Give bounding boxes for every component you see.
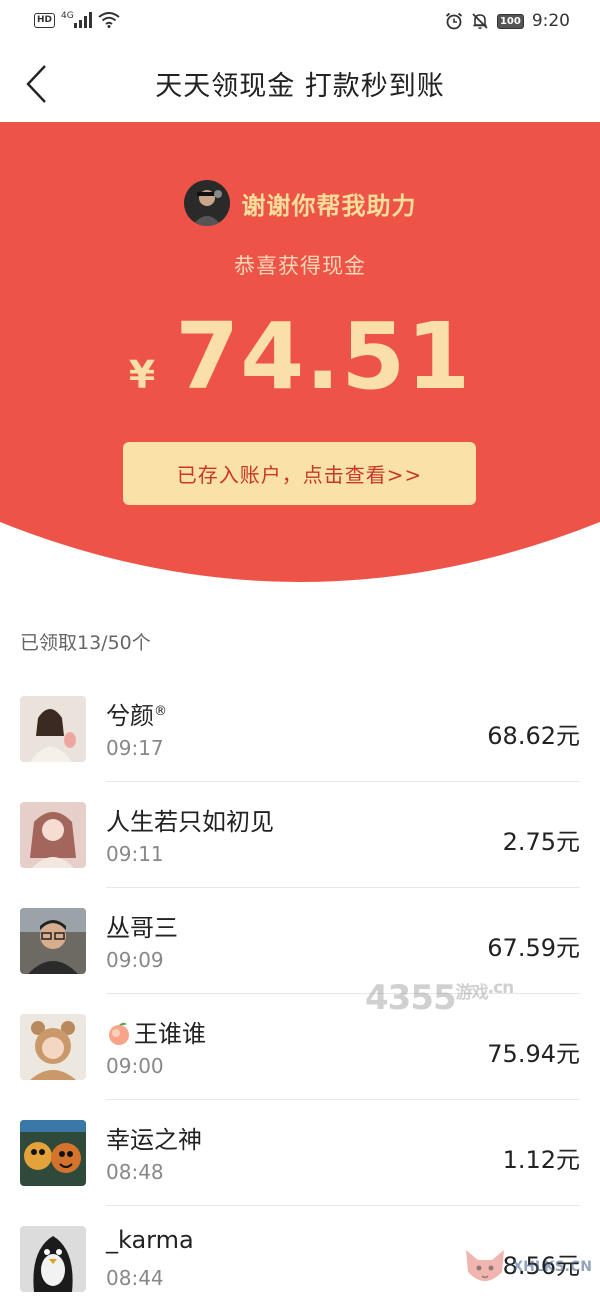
- claim-amount: 2.75元: [502, 828, 580, 856]
- sender-row: 谢谢你帮我助力: [0, 180, 600, 226]
- claim-time: 09:00: [106, 1054, 164, 1078]
- sender-avatar[interactable]: [183, 180, 230, 226]
- claim-amount: 1.12元: [502, 1146, 580, 1174]
- status-right-group: 100 9:20: [445, 11, 570, 31]
- claimer-name: 人生若只如初见: [106, 808, 274, 836]
- avatar: [20, 696, 86, 762]
- watermark-corner-text: XHLKS.CN: [512, 1259, 592, 1275]
- avatar: [20, 802, 86, 868]
- battery-indicator: 100: [496, 13, 524, 29]
- sender-message: 谢谢你帮我助力: [241, 191, 417, 220]
- claimer-name: _karma: [106, 1226, 194, 1254]
- claim-time: 09:11: [106, 842, 164, 866]
- hero-subtitle: 恭喜获得现金: [234, 254, 366, 278]
- watermark-4355: 4355游戏.cn: [365, 978, 514, 1018]
- status-bar: HD 4G 100 9:20: [0, 0, 600, 44]
- avatar: [20, 1014, 86, 1080]
- network-type-label: 4G: [61, 11, 74, 21]
- claim-amount: 68.62元: [487, 722, 580, 750]
- avatar: [20, 908, 86, 974]
- peach-icon: [109, 1022, 129, 1045]
- mute-bell-icon: [472, 13, 488, 29]
- claim-time: 09:17: [106, 736, 164, 760]
- alarm-icon: [445, 12, 463, 30]
- registered-badge: ®: [154, 704, 167, 719]
- page-title: 天天领现金 打款秒到账: [155, 71, 445, 102]
- currency-symbol: ¥: [128, 353, 156, 397]
- hd-badge: HD: [34, 12, 56, 28]
- claimer-name: 王谁谁: [106, 1014, 206, 1049]
- claim-amount: 75.94元: [487, 1040, 580, 1068]
- claim-time: 09:09: [106, 948, 164, 972]
- claimer-name: 丛哥三: [106, 914, 178, 942]
- claim-amount: 67.59元: [487, 934, 580, 962]
- claimer-name: 幸运之神: [106, 1126, 202, 1154]
- claim-time: 08:44: [106, 1266, 164, 1290]
- list-item[interactable]: 人生若只如初见 09:11 2.75元: [0, 782, 600, 888]
- watermark-corner: XHLKS.CN: [462, 1246, 592, 1288]
- amount-row: ¥ 74.51: [0, 302, 600, 412]
- list-item[interactable]: 幸运之神 08:48 1.12元: [0, 1100, 600, 1206]
- claim-time: 08:48: [106, 1160, 164, 1184]
- claimed-summary: 已领取13/50个: [20, 632, 151, 654]
- list-item[interactable]: 兮颜® 09:17 68.62元: [0, 676, 600, 782]
- signal-icon: [73, 12, 92, 28]
- hero-card: 谢谢你帮我助力 恭喜获得现金 ¥ 74.51 已存入账户，点击查看>>: [0, 122, 600, 592]
- avatar: [20, 1226, 86, 1292]
- cash-amount: 74.51: [175, 303, 472, 410]
- status-left-group: HD 4G: [34, 11, 120, 28]
- navigation-bar: 天天领现金 打款秒到账: [0, 44, 600, 122]
- claimer-name: 兮颜®: [106, 702, 167, 730]
- fox-logo-icon: [466, 1250, 505, 1281]
- status-time: 9:20: [531, 11, 570, 31]
- view-account-button[interactable]: 已存入账户，点击查看>>: [123, 442, 476, 505]
- avatar: [20, 1120, 86, 1186]
- wifi-icon: [98, 12, 120, 28]
